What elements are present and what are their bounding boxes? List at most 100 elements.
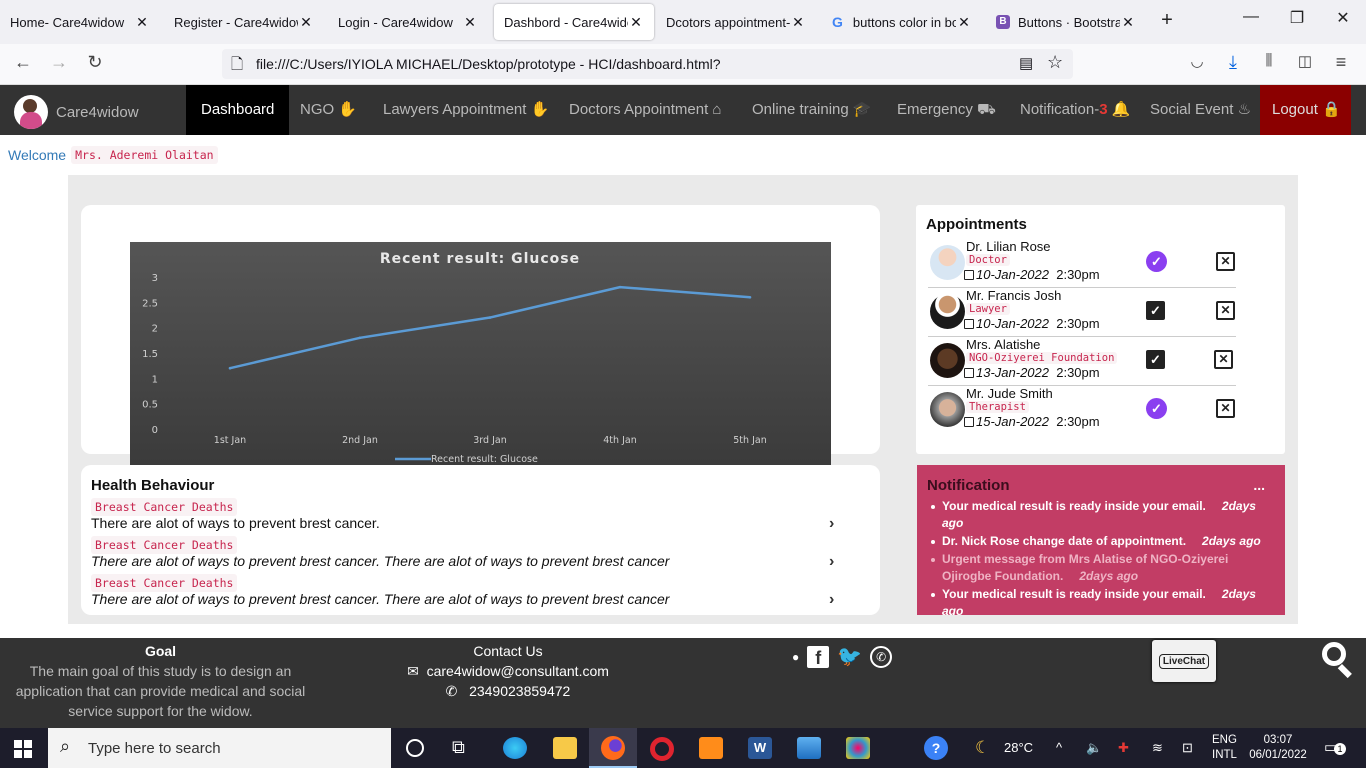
logout-button[interactable]: Logout 🔒	[1260, 85, 1351, 135]
library-icon[interactable]: ⫼	[1256, 52, 1282, 69]
firefox-taskbar-button[interactable]	[589, 728, 637, 768]
nav-ngo[interactable]: NGO ✋	[300, 85, 357, 135]
notification-title: Notification	[927, 477, 1010, 494]
browser-tab[interactable]: Dcotors appointment- C ✕	[656, 4, 816, 40]
back-icon[interactable]: ←	[10, 52, 36, 73]
close-icon[interactable]: ✕	[956, 14, 972, 31]
contact-email[interactable]: care4widow@consultant.com	[427, 663, 609, 679]
opera-icon[interactable]	[650, 737, 674, 761]
tab-title: Buttons · Bootstrap	[1018, 14, 1120, 30]
sublime-icon[interactable]	[699, 737, 723, 759]
new-tab-button[interactable]: +	[1152, 9, 1182, 32]
pocket-icon[interactable]: ◡	[1184, 52, 1210, 70]
nav-label: Online training	[752, 101, 849, 118]
language-indicator[interactable]: ENG INTL	[1212, 733, 1237, 763]
url-bar[interactable]: 🗋 file:///C:/Users/IYIOLA MICHAEL/Deskto…	[222, 49, 1073, 79]
bullet-icon: ●	[792, 649, 800, 664]
restore-icon[interactable]: ❐	[1282, 8, 1312, 28]
browser-tab-active[interactable]: Dashbord - Care4widow ✕	[494, 4, 654, 40]
nav-dashboard[interactable]: Dashboard	[186, 85, 290, 135]
user-name: Mrs. Aderemi Olaitan	[71, 146, 218, 164]
cancel-appointment-icon[interactable]: ✕	[1216, 399, 1235, 418]
browser-tab[interactable]: Home- Care4widow ✕	[0, 4, 160, 40]
nav-doctors-appointment[interactable]: Doctors Appointment ⌂	[569, 85, 721, 135]
browser-tab[interactable]: Register - Care4widow ✕	[164, 4, 324, 40]
contact-phone[interactable]: 2349023859472	[469, 683, 570, 699]
wifi-icon[interactable]: ≋	[1152, 728, 1163, 768]
taskbar-search[interactable]: ⌕ Type here to search	[48, 728, 391, 768]
cancel-appointment-icon[interactable]: ✕	[1216, 301, 1235, 320]
brand[interactable]: Care4widow	[14, 95, 139, 129]
therapist-photo	[930, 392, 965, 427]
minimize-icon[interactable]: —	[1236, 8, 1266, 26]
task-view-icon[interactable]: ⧉	[452, 737, 465, 758]
weather-temperature[interactable]: 28°C	[1004, 728, 1033, 768]
word-icon[interactable]: W	[748, 737, 772, 759]
calendar-icon	[964, 417, 974, 427]
notification-center-icon[interactable]: ▭ 1	[1324, 738, 1346, 756]
notification-item[interactable]: Urgent message from Mrs Alatise of NGO-O…	[931, 551, 1261, 585]
edge-icon[interactable]	[503, 737, 527, 759]
more-options-icon[interactable]: ...	[1253, 477, 1265, 493]
browser-tab[interactable]: G buttons color in boo ✕	[822, 4, 982, 40]
sidebar-icon[interactable]: ◫	[1292, 52, 1318, 70]
file-explorer-icon[interactable]	[553, 737, 577, 759]
nav-lawyers-appointment[interactable]: Lawyers Appointment ✋	[383, 85, 549, 135]
cancel-appointment-icon[interactable]: ✕	[1216, 252, 1235, 271]
browser-tab[interactable]: B Buttons · Bootstrap ✕	[986, 4, 1146, 40]
browser-tab[interactable]: Login - Care4widow ✕	[328, 4, 488, 40]
appointment-role: Doctor	[966, 254, 1010, 266]
menu-icon[interactable]: ≡	[1328, 52, 1354, 73]
photos-icon[interactable]	[797, 737, 821, 759]
calendar-icon	[964, 270, 974, 280]
confirmed-check-icon[interactable]: ✓	[1146, 398, 1167, 419]
nav-notification[interactable]: Notification-3 🔔	[1020, 85, 1130, 135]
close-icon[interactable]: ✕	[298, 14, 314, 31]
cortana-icon[interactable]	[406, 739, 424, 757]
device-icon[interactable]: ⊡	[1182, 728, 1193, 768]
checked-box-icon[interactable]: ✓	[1146, 301, 1165, 320]
checked-box-icon[interactable]: ✓	[1146, 350, 1165, 369]
close-icon[interactable]: ✕	[462, 14, 478, 31]
close-icon[interactable]: ✕	[790, 14, 806, 31]
clock[interactable]: 03:07 06/01/2022	[1248, 733, 1308, 763]
close-icon[interactable]: ✕	[134, 14, 150, 31]
search-icon[interactable]	[1320, 640, 1356, 679]
bookmark-star-icon[interactable]: ☆	[1047, 52, 1063, 73]
twitter-icon[interactable]: 🐦	[837, 644, 862, 669]
notification-item[interactable]: Your medical result is ready inside your…	[931, 498, 1261, 532]
help-icon[interactable]: ?	[924, 736, 948, 760]
whatsapp-icon[interactable]: ✆	[870, 645, 893, 668]
weather-icon[interactable]: ☾	[975, 728, 990, 768]
facebook-icon[interactable]: f	[807, 645, 830, 668]
forward-icon[interactable]: →	[46, 52, 72, 73]
livechat-button[interactable]: LiveChat	[1152, 640, 1216, 682]
appointment-row: Mr. Jude Smith Therapist 15-Jan-2022 2:3…	[928, 386, 1236, 435]
clock-time: 03:07	[1263, 734, 1293, 746]
nav-social-event[interactable]: Social Event ♨	[1150, 85, 1251, 135]
reload-icon[interactable]: ↻	[82, 52, 108, 73]
graduation-cap-icon: 🎓	[852, 101, 872, 118]
confirmed-check-icon[interactable]: ✓	[1146, 251, 1167, 272]
close-icon[interactable]: ✕	[628, 14, 644, 31]
close-icon[interactable]: ✕	[1120, 14, 1136, 31]
reader-view-icon[interactable]: ▤	[1019, 54, 1033, 72]
cancel-appointment-icon[interactable]: ✕	[1214, 350, 1233, 369]
window-close-icon[interactable]: ✕	[1328, 8, 1358, 28]
windows-start-icon[interactable]	[14, 740, 32, 758]
chevron-right-icon[interactable]: ›	[829, 553, 834, 571]
chevron-right-icon[interactable]: ›	[829, 515, 834, 533]
notification-item[interactable]: Dr. Nick Rose change date of appointment…	[931, 533, 1261, 550]
chevron-up-icon[interactable]: ^	[1056, 728, 1062, 768]
nav-online-training[interactable]: Online training 🎓	[752, 85, 872, 135]
notification-item[interactable]: Your medical result is ready inside your…	[931, 586, 1261, 615]
antivirus-icon[interactable]: ✚	[1118, 728, 1129, 768]
volume-icon[interactable]: 🔈	[1086, 728, 1102, 768]
nav-emergency[interactable]: Emergency ⛟	[897, 85, 996, 135]
paint-icon[interactable]	[846, 737, 870, 759]
download-icon[interactable]: ⤓	[1220, 52, 1246, 73]
cake-icon: ♨	[1237, 101, 1252, 118]
data-point	[358, 336, 362, 340]
email-icon: ✉	[407, 663, 419, 679]
chevron-right-icon[interactable]: ›	[829, 591, 834, 609]
